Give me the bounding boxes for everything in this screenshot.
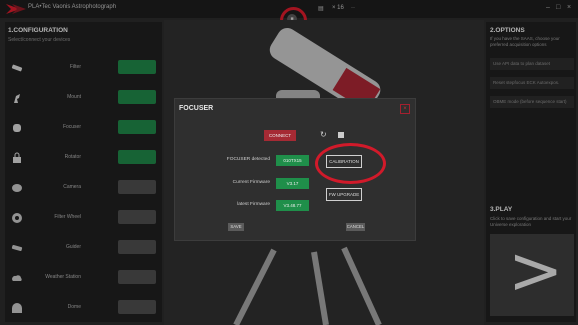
latest-firmware-label: latest Firmware <box>237 202 270 207</box>
connect-button[interactable]: CONNECT <box>264 130 296 141</box>
fw-upgrade-button[interactable]: FW UPGRADE <box>326 188 362 201</box>
focuser-detected-label: FOCUSER detected <box>226 157 270 162</box>
close-icon[interactable]: × <box>400 104 410 114</box>
cancel-button[interactable]: CANCEL <box>346 223 365 231</box>
save-button[interactable]: SAVE <box>228 223 244 231</box>
latest-firmware-value: V3.48.77 <box>276 200 309 211</box>
highlight-circle-calibration <box>315 143 386 184</box>
current-firmware-label: Current Firmware <box>232 180 270 185</box>
refresh-icon[interactable]: ↻ <box>320 130 327 139</box>
settings-icon[interactable] <box>338 132 344 138</box>
focuser-detected-value: 010TX15 <box>276 155 309 166</box>
current-firmware-value: V3.17 <box>276 178 309 189</box>
dialog-title: FOCUSER <box>179 105 214 112</box>
